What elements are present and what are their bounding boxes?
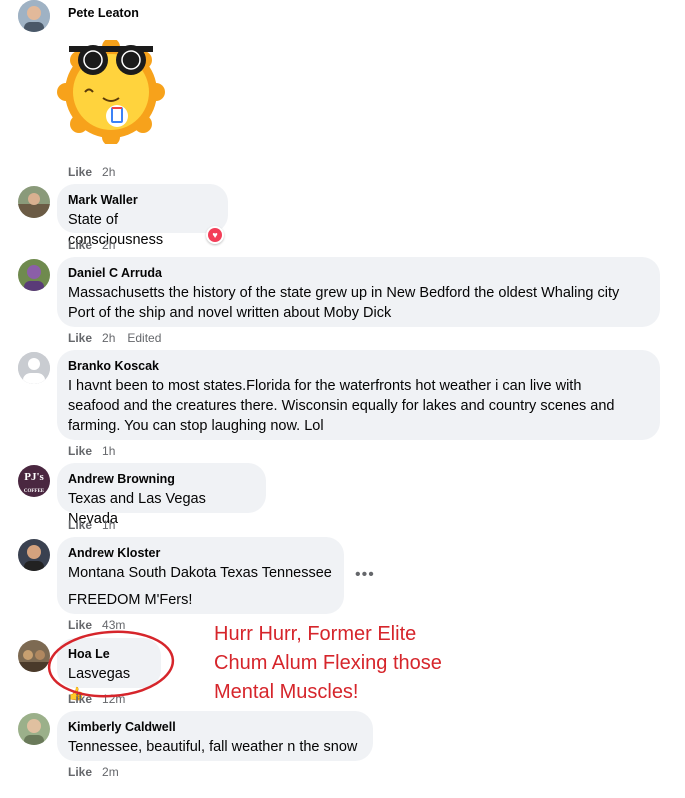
comment-author[interactable]: Andrew Browning bbox=[68, 471, 254, 487]
avatar-andrew-kloster[interactable] bbox=[18, 539, 50, 571]
love-icon: ♥ bbox=[208, 228, 222, 242]
pjs-coffee-logo: PJ's COFFEE bbox=[23, 471, 45, 494]
timestamp[interactable]: 2h bbox=[102, 238, 115, 252]
like-link[interactable]: Like bbox=[68, 165, 92, 179]
comment-text: Montana South Dakota Texas Tennessee FRE… bbox=[68, 565, 332, 608]
comment-meta: Like 2h bbox=[68, 238, 127, 252]
reaction-badge[interactable]: ♥ bbox=[206, 226, 224, 244]
sticker bbox=[55, 38, 167, 146]
avatar-pete-leaton[interactable] bbox=[18, 0, 50, 32]
comment-author[interactable]: Mark Waller bbox=[68, 192, 216, 208]
avatar-photo bbox=[18, 186, 50, 218]
comment-bubble: Andrew Kloster Montana South Dakota Texa… bbox=[57, 537, 344, 614]
comment-meta: Like 1h bbox=[68, 444, 127, 458]
sun-with-sunglasses-sticker bbox=[57, 38, 165, 146]
comment-author[interactable]: Pete Leaton bbox=[68, 5, 139, 21]
timestamp[interactable]: 2h bbox=[102, 165, 115, 179]
comment-author[interactable]: Daniel C Arruda bbox=[68, 265, 648, 281]
avatar-kimberly-caldwell[interactable] bbox=[18, 713, 50, 745]
comment-author[interactable]: Andrew Kloster bbox=[68, 545, 332, 561]
timestamp[interactable]: 1h bbox=[102, 444, 115, 458]
comment-text: I havnt been to most states.Florida for … bbox=[68, 378, 615, 434]
comment-bubble: Andrew Browning Texas and Las Vegas Neva… bbox=[57, 463, 266, 527]
avatar-mark-waller[interactable] bbox=[18, 186, 50, 218]
timestamp[interactable]: 1h bbox=[102, 518, 115, 532]
like-link[interactable]: Like bbox=[68, 238, 92, 252]
comment-author[interactable]: Branko Koscak bbox=[68, 358, 648, 374]
comment-author[interactable]: Kimberly Caldwell bbox=[68, 719, 361, 735]
avatar-branko-koscak[interactable] bbox=[18, 352, 50, 384]
avatar-photo bbox=[18, 0, 50, 32]
edited-label: Edited bbox=[127, 331, 162, 345]
timestamp[interactable]: 2m bbox=[102, 765, 119, 779]
avatar-andrew-browning[interactable]: PJ's COFFEE bbox=[18, 465, 50, 497]
comment-bubble: Kimberly Caldwell Tennessee, beautiful, … bbox=[57, 711, 373, 761]
avatar-photo bbox=[18, 539, 50, 571]
like-link[interactable]: Like bbox=[68, 765, 92, 779]
avatar-photo bbox=[18, 259, 50, 291]
like-link[interactable]: Like bbox=[68, 444, 92, 458]
annotation-circle bbox=[47, 630, 175, 698]
annotation-text: Hurr Hurr, Former Elite Chum Alum Flexing… bbox=[214, 623, 442, 703]
default-avatar-icon bbox=[18, 352, 50, 384]
avatar-daniel-c-arruda[interactable] bbox=[18, 259, 50, 291]
more-options-icon[interactable]: ••• bbox=[355, 566, 375, 584]
comment-bubble: Branko Koscak I havnt been to most state… bbox=[57, 350, 660, 440]
comment-meta: Like 2h Edited bbox=[68, 331, 161, 345]
timestamp[interactable]: 2h bbox=[102, 331, 115, 345]
avatar-photo bbox=[18, 713, 50, 745]
comment-bubble: Daniel C Arruda Massachusetts the histor… bbox=[57, 257, 660, 327]
like-link[interactable]: Like bbox=[68, 331, 92, 345]
comment-meta: Like 2m bbox=[68, 765, 131, 779]
comment-meta: Like 1h bbox=[68, 518, 127, 532]
comment-meta: Like 2h bbox=[68, 165, 127, 179]
comment-text: Massachusetts the history of the state g… bbox=[68, 285, 620, 321]
like-link[interactable]: Like bbox=[68, 518, 92, 532]
comment-bubble: Mark Waller State of consciousness bbox=[57, 184, 228, 248]
comment-text: Tennessee, beautiful, fall weather n the… bbox=[68, 739, 358, 755]
